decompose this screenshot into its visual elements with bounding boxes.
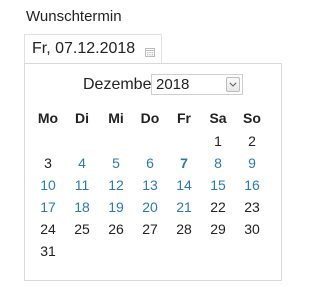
weekday-do: Do [140,110,160,126]
empty-day-cell [65,240,99,262]
day-cell[interactable]: 20 [133,196,167,218]
day-cell: 29 [210,221,226,237]
empty-day-cell [31,130,65,152]
day-cell: 24 [40,221,56,237]
weekday-so: So [243,110,261,126]
day-cell[interactable]: 10 [31,174,65,196]
week-row: 10 11 12 13 14 15 16 [25,174,281,196]
day-cell[interactable]: 5 [99,152,133,174]
day-cell: 26 [108,221,124,237]
day-cell[interactable]: 19 [99,196,133,218]
day-cell: 2 [248,133,256,149]
calendar-header: Dezember 2018 [25,74,281,96]
day-cell: 1 [214,133,222,149]
day-cell[interactable]: 13 [133,174,167,196]
empty-day-cell [99,130,133,152]
day-cell[interactable]: 12 [99,174,133,196]
week-row: 24 25 26 27 28 29 30 [25,218,281,240]
day-cell: 25 [74,221,90,237]
month-label: Dezember [83,76,157,93]
weekday-di: Di [75,110,89,126]
empty-day-cell [167,240,201,262]
day-cell[interactable]: 16 [235,174,269,196]
weekday-header-row: Mo Di Mi Do Fr Sa So [25,107,281,129]
day-cell[interactable]: 6 [133,152,167,174]
day-cell-selected[interactable]: 7 [167,152,201,174]
field-label: Wunschtermin [26,8,122,25]
empty-day-cell [201,240,235,262]
year-select[interactable]: 2018 [151,74,243,95]
day-cell[interactable]: 8 [201,152,235,174]
day-cell: 27 [142,221,158,237]
day-cell: 31 [40,243,56,259]
empty-day-cell [133,130,167,152]
day-cell[interactable]: 21 [167,196,201,218]
empty-day-cell [235,240,269,262]
empty-day-cell [133,240,167,262]
weekday-mo: Mo [37,110,59,126]
day-cell[interactable]: 18 [65,196,99,218]
day-cell[interactable]: 15 [201,174,235,196]
date-input-value: Fr, 07.12.2018 [32,40,136,57]
empty-day-cell [99,240,133,262]
week-row: 31 [25,240,281,262]
chevron-down-icon[interactable] [226,77,240,92]
day-cell: 30 [244,221,260,237]
calendar-icon[interactable] [145,44,155,57]
week-row: 17 18 19 20 21 22 23 [25,196,281,218]
calendar-popup: Dezember 2018 Mo Di Mi Do Fr Sa So 12345… [24,63,282,281]
empty-day-cell [65,130,99,152]
day-cell: 28 [176,221,192,237]
week-row: 12 [25,130,281,152]
day-cell: 22 [210,199,226,215]
day-cell[interactable]: 14 [167,174,201,196]
day-cell[interactable]: 11 [65,174,99,196]
date-picker-page: Wunschtermin Fr, 07.12.2018 Dezember 201… [0,0,286,287]
day-cell: 23 [244,199,260,215]
weekday-mi: Mi [108,110,124,126]
date-input[interactable]: Fr, 07.12.2018 [24,34,162,64]
weekday-sa: Sa [209,110,227,126]
day-cell[interactable]: 17 [31,196,65,218]
day-cell[interactable]: 4 [65,152,99,174]
day-cell: 3 [44,155,52,171]
year-select-value: 2018 [156,76,190,93]
empty-day-cell [167,130,201,152]
day-cell[interactable]: 9 [235,152,269,174]
weekday-fr: Fr [177,110,191,126]
week-row: 3456789 [25,152,281,174]
